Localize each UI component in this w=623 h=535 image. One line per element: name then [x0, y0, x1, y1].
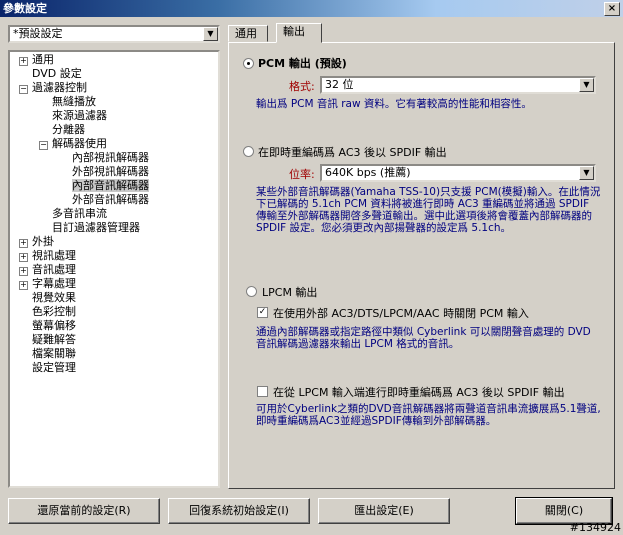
tree-item-filter-control[interactable]: 過濾器控制	[32, 81, 87, 95]
tree-item-subtitle-proc[interactable]: 字幕處理	[32, 277, 76, 291]
ac3-description: 某些外部音訊解碼器(Yamaha TSS-10)只支援 PCM(模擬)輸入。在此…	[256, 186, 601, 234]
tree-item-general[interactable]: 通用	[32, 53, 54, 67]
chevron-down-icon[interactable]: ▼	[579, 78, 594, 92]
tree-item-ext-audio-dec[interactable]: 外部音訊解碼器	[72, 193, 149, 207]
tree-item-video-proc[interactable]: 視訊處理	[32, 249, 76, 263]
tree-item-color[interactable]: 色彩控制	[32, 305, 76, 319]
tab-output[interactable]: 輸出	[276, 23, 322, 43]
preset-select[interactable]: *預設設定 ▼	[8, 25, 220, 43]
ac3-label: 在即時重編碼爲 AC3 後以 SPDIF 輸出	[258, 146, 447, 159]
tab-general[interactable]: 通用	[228, 25, 268, 42]
chevron-down-icon[interactable]: ▼	[203, 27, 218, 41]
lpcm-ac3-checkbox[interactable]	[257, 386, 268, 397]
export-button[interactable]: 匯出設定(E)	[318, 498, 450, 524]
format-value: 32 位	[325, 78, 354, 91]
tree-item-seamless[interactable]: 無縫播放	[52, 95, 96, 109]
close-icon[interactable]: ×	[604, 2, 620, 16]
bitrate-label: 位率:	[289, 168, 315, 181]
tree-item-int-video-dec[interactable]: 內部視訊解碼器	[72, 151, 149, 165]
tree-item-plugin[interactable]: 外掛	[32, 235, 54, 249]
close-pcm-checkbox[interactable]: ✓	[257, 307, 268, 318]
settings-tree[interactable]: + 通用 DVD 設定 − 過濾器控制 無縫播放 來源過濾器 分離器 − 解碼器…	[8, 50, 220, 488]
tree-item-custom-filter[interactable]: 目訂過濾器管理器	[52, 221, 140, 235]
tree-item-audio-proc[interactable]: 音訊處理	[32, 263, 76, 277]
title-bar: 參數設定 ×	[0, 0, 623, 17]
tree-item-file-assoc[interactable]: 檔案關聯	[32, 347, 76, 361]
collapse-icon[interactable]: −	[39, 141, 48, 150]
bitrate-value: 640K bps (推薦)	[325, 166, 411, 179]
watermark: #134924	[569, 521, 621, 534]
tree-item-troubleshoot[interactable]: 疑難解答	[32, 333, 76, 347]
tree-item-visual-fx[interactable]: 視覺效果	[32, 291, 76, 305]
tree-item-screen-offset[interactable]: 螢幕偏移	[32, 319, 76, 333]
expand-icon[interactable]: +	[19, 281, 28, 290]
expand-icon[interactable]: +	[19, 57, 28, 66]
pcm-radio[interactable]	[243, 58, 254, 69]
pcm-label: PCM 輸出 (預設)	[258, 57, 347, 70]
window-title: 參數設定	[3, 2, 47, 15]
chevron-down-icon[interactable]: ▼	[579, 166, 594, 180]
lpcm-ac3-description: 可用於Cyberlink之類的DVD音訊解碼器將兩聲道音訊串流擴展爲5.1聲道,…	[256, 403, 601, 427]
tree-item-source-filter[interactable]: 來源過濾器	[52, 109, 107, 123]
format-label: 格式:	[289, 80, 315, 93]
format-select[interactable]: 32 位 ▼	[320, 76, 596, 94]
close-pcm-label: 在使用外部 AC3/DTS/LPCM/AAC 時關閉 PCM 輸入	[273, 307, 529, 320]
tree-item-multi-audio[interactable]: 多音訊串流	[52, 207, 107, 221]
ac3-radio[interactable]	[243, 146, 254, 157]
tree-item-decoder-usage[interactable]: 解碼器使用	[52, 137, 107, 151]
tree-item-splitter[interactable]: 分離器	[52, 123, 85, 137]
bitrate-select[interactable]: 640K bps (推薦) ▼	[320, 164, 596, 182]
tree-item-settings-mgr[interactable]: 設定管理	[32, 361, 76, 375]
collapse-icon[interactable]: −	[19, 85, 28, 94]
expand-icon[interactable]: +	[19, 239, 28, 248]
tree-item-int-audio-dec[interactable]: 內部音訊解碼器	[72, 179, 149, 193]
restore-button[interactable]: 還原當前的設定(R)	[8, 498, 160, 524]
lpcm-ac3-label: 在從 LPCM 輸入端進行即時重編碼爲 AC3 後以 SPDIF 輸出	[273, 386, 565, 399]
tree-item-dvd[interactable]: DVD 設定	[32, 67, 82, 81]
expand-icon[interactable]: +	[19, 253, 28, 262]
lpcm-radio[interactable]	[246, 286, 257, 297]
pcm-description: 輸出爲 PCM 音訊 raw 資料。它有著較高的性能和相容性。	[256, 98, 532, 110]
preset-value: *預設設定	[13, 27, 63, 40]
expand-icon[interactable]: +	[19, 267, 28, 276]
reset-defaults-button[interactable]: 回復系統初始設定(I)	[168, 498, 310, 524]
lpcm-label: LPCM 輸出	[262, 286, 318, 299]
lpcm-description: 通過內部解碼器或指定路徑中類似 Cyberlink 可以關閉聲音處理的 DVD …	[256, 326, 591, 350]
tree-item-ext-video-dec[interactable]: 外部視訊解碼器	[72, 165, 149, 179]
